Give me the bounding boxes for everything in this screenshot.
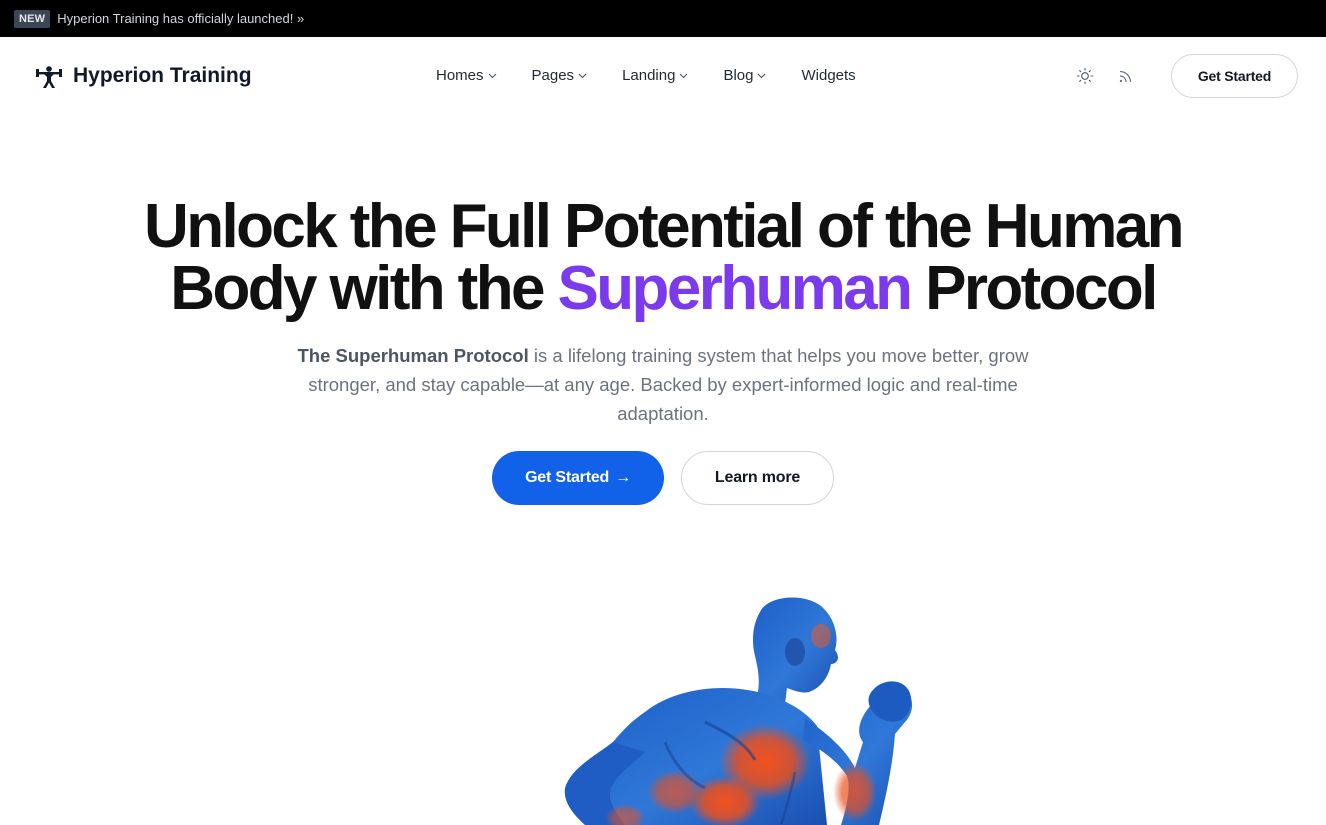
- brand-logo-link[interactable]: Hyperion Training: [35, 63, 252, 89]
- nav-item-label: Blog: [723, 67, 754, 84]
- main-nav: Homes Pages Landing Blog Widgets: [436, 67, 856, 84]
- header-get-started-button[interactable]: Get Started: [1171, 54, 1298, 98]
- nav-item-label: Landing: [622, 67, 676, 84]
- chevron-down-icon: [578, 73, 587, 79]
- nav-item-label: Widgets: [801, 67, 856, 84]
- nav-item-pages[interactable]: Pages: [532, 67, 588, 84]
- hero-title: Unlock the Full Potential of the Human B…: [0, 196, 1326, 320]
- chevron-down-icon: [488, 73, 496, 79]
- site-header: Hyperion Training Homes Pages Landing Bl…: [0, 37, 1326, 117]
- learn-more-button[interactable]: Learn more: [681, 451, 834, 505]
- button-label: Get Started: [525, 469, 610, 486]
- nav-item-label: Pages: [531, 67, 575, 84]
- weightlifter-icon: [36, 66, 62, 88]
- announcement-bar: NEW Hyperion Training has officially lau…: [0, 0, 1326, 37]
- hero-title-accent: Superhuman: [557, 254, 914, 323]
- running-athlete-illustration: [564, 597, 913, 825]
- hero-subtitle: The Superhuman Protocol is a lifelong tr…: [263, 341, 1063, 428]
- rss-feed-link[interactable]: [1116, 66, 1136, 86]
- sun-icon: [1076, 67, 1094, 85]
- nav-item-widgets[interactable]: Widgets: [801, 67, 855, 84]
- hero-get-started-button[interactable]: Get Started →: [492, 451, 664, 505]
- hero-title-suffix: Protocol: [910, 254, 1158, 323]
- hero-subtitle-strong: The Superhuman Protocol: [297, 345, 529, 366]
- theme-toggle-button[interactable]: [1075, 66, 1095, 86]
- nav-item-homes[interactable]: Homes: [436, 67, 497, 84]
- chevron-down-icon: [758, 73, 766, 79]
- arrow-right-icon: →: [615, 469, 631, 486]
- announcement-link[interactable]: Hyperion Training has officially launche…: [57, 11, 304, 26]
- nav-item-label: Homes: [436, 67, 484, 84]
- nav-item-landing[interactable]: Landing: [622, 67, 688, 84]
- new-badge: NEW: [14, 9, 51, 28]
- hero-title-prefix: Body with the: [170, 254, 558, 323]
- rss-icon: [1119, 70, 1132, 83]
- hero-title-line1: Unlock the Full Potential of the Human: [144, 192, 1185, 261]
- chevron-down-icon: [680, 73, 688, 79]
- nav-item-blog[interactable]: Blog: [723, 67, 766, 84]
- brand-name: Hyperion Training: [73, 64, 252, 87]
